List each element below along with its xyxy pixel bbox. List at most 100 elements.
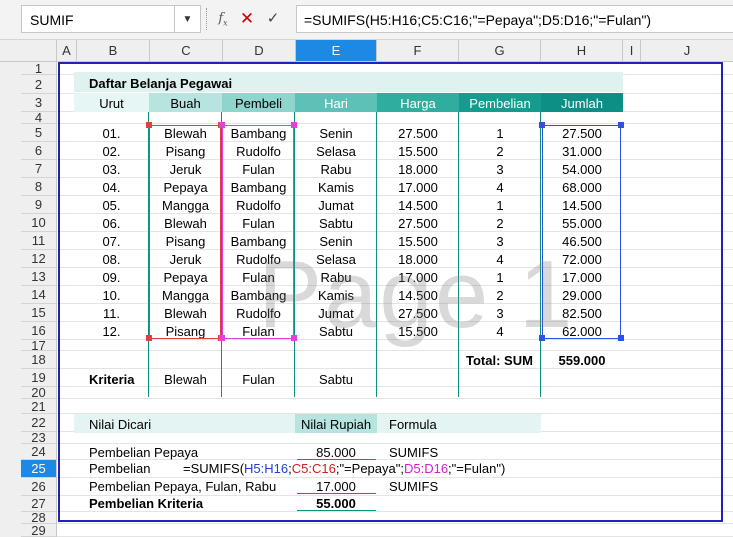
cell-harga[interactable]: 17.000	[377, 270, 459, 285]
column-header-g[interactable]: G	[459, 40, 541, 62]
cell-urut[interactable]: 09.	[74, 270, 149, 285]
range-handle[interactable]	[146, 335, 152, 341]
cell-urut[interactable]: 11.	[74, 306, 149, 321]
cell-urut[interactable]: 03.	[74, 162, 149, 177]
header-pembelian[interactable]: Pembelian	[459, 96, 541, 111]
cell-harga[interactable]: 15.500	[377, 144, 459, 159]
cell-pembelian[interactable]: 3	[459, 306, 541, 321]
summary-row4-label[interactable]: Pembelian Kriteria	[89, 496, 203, 511]
cell-pembelian[interactable]: 1	[459, 198, 541, 213]
summary-row4-value[interactable]: 55.000	[295, 496, 377, 511]
range-handle[interactable]	[618, 335, 624, 341]
cell-urut[interactable]: 04.	[74, 180, 149, 195]
cell-pembelian[interactable]: 3	[459, 234, 541, 249]
cell-harga[interactable]: 17.000	[377, 180, 459, 195]
cell-pembelian[interactable]: 1	[459, 270, 541, 285]
row-header-17[interactable]: 17	[21, 338, 57, 353]
range-handle[interactable]	[146, 122, 152, 128]
table-title[interactable]: Daftar Belanja Pegawai	[89, 76, 232, 91]
cell-urut[interactable]: 08.	[74, 252, 149, 267]
summary-row1-formula[interactable]: SUMIFS	[389, 445, 438, 460]
row-header-15[interactable]: 15	[21, 304, 57, 322]
cell-hari[interactable]: Kamis	[295, 288, 377, 303]
cell-pembelian[interactable]: 2	[459, 144, 541, 159]
column-header-h[interactable]: H	[541, 40, 623, 62]
cell-pembelian[interactable]: 4	[459, 324, 541, 339]
row-header-10[interactable]: 10	[21, 214, 57, 232]
summary-header-nilai-dicari[interactable]: Nilai Dicari	[89, 417, 151, 432]
function-wizard-icon[interactable]: fx	[214, 9, 232, 29]
header-pembeli[interactable]: Pembeli	[222, 96, 295, 111]
cell-hari[interactable]: Sabtu	[295, 216, 377, 231]
cell-hari[interactable]: Sabtu	[295, 324, 377, 339]
cell-hari[interactable]: Kamis	[295, 180, 377, 195]
cell-hari[interactable]: Jumat	[295, 306, 377, 321]
cell-hari[interactable]: Selasa	[295, 144, 377, 159]
header-harga[interactable]: Harga	[377, 96, 459, 111]
cell-harga[interactable]: 14.500	[377, 288, 459, 303]
cell-pembelian[interactable]: 3	[459, 162, 541, 177]
cell-pembelian[interactable]: 4	[459, 180, 541, 195]
cell-harga[interactable]: 27.500	[377, 126, 459, 141]
cell-urut[interactable]: 02.	[74, 144, 149, 159]
select-all-corner[interactable]	[0, 40, 57, 62]
cell-urut[interactable]: 07.	[74, 234, 149, 249]
accept-icon[interactable]: ✓	[264, 9, 282, 29]
criteria-buah[interactable]: Blewah	[149, 372, 222, 387]
column-header-a[interactable]: A	[57, 40, 77, 62]
range-handle[interactable]	[291, 335, 297, 341]
cell-pembelian[interactable]: 1	[459, 126, 541, 141]
column-header-i[interactable]: I	[623, 40, 641, 62]
header-hari[interactable]: Hari	[295, 96, 377, 111]
row-header-20[interactable]: 20	[21, 385, 57, 400]
row-header-9[interactable]: 9	[21, 196, 57, 214]
cell-urut[interactable]: 01.	[74, 126, 149, 141]
row-header-26[interactable]: 26	[21, 478, 57, 496]
column-header-d[interactable]: D	[223, 40, 296, 62]
cell-hari[interactable]: Rabu	[295, 162, 377, 177]
row-header-25[interactable]: 25	[21, 460, 57, 478]
range-handle[interactable]	[291, 122, 297, 128]
row-header-24[interactable]: 24	[21, 444, 57, 460]
header-urut[interactable]: Urut	[74, 96, 149, 111]
row-header-12[interactable]: 12	[21, 250, 57, 268]
cell-urut[interactable]: 12.	[74, 324, 149, 339]
summary-row3-value[interactable]: 17.000	[295, 479, 377, 494]
cell-harga[interactable]: 14.500	[377, 198, 459, 213]
row-header-8[interactable]: 8	[21, 178, 57, 196]
criteria-label[interactable]: Kriteria	[89, 372, 135, 387]
column-header-j[interactable]: J	[641, 40, 733, 62]
cell-harga[interactable]: 27.500	[377, 216, 459, 231]
row-header-14[interactable]: 14	[21, 286, 57, 304]
cell-urut[interactable]: 06.	[74, 216, 149, 231]
range-handle[interactable]	[539, 335, 545, 341]
cell-hari[interactable]: Senin	[295, 234, 377, 249]
row-header-4[interactable]: 4	[21, 110, 57, 125]
row-header-2[interactable]: 2	[21, 75, 57, 94]
row-header-6[interactable]: 6	[21, 142, 57, 160]
row-header-23[interactable]: 23	[21, 430, 57, 445]
row-header-29[interactable]: 29	[21, 523, 57, 537]
column-header-e[interactable]: E	[296, 40, 377, 62]
editing-cell-formula[interactable]: =SUMIFS(H5:H16;C5:C16;"=Pepaya";D5:D16;"…	[183, 461, 505, 476]
cell-hari[interactable]: Selasa	[295, 252, 377, 267]
row-header-13[interactable]: 13	[21, 268, 57, 286]
total-value[interactable]: 559.000	[541, 353, 623, 368]
row-header-11[interactable]: 11	[21, 232, 57, 250]
summary-row3-label[interactable]: Pembelian Pepaya, Fulan, Rabu	[89, 479, 276, 494]
range-handle[interactable]	[618, 122, 624, 128]
chevron-down-icon[interactable]: ▼	[174, 6, 200, 32]
column-header-f[interactable]: F	[377, 40, 459, 62]
cell-urut[interactable]: 10.	[74, 288, 149, 303]
criteria-hari[interactable]: Sabtu	[295, 372, 377, 387]
cell-harga[interactable]: 27.500	[377, 306, 459, 321]
row-header-7[interactable]: 7	[21, 160, 57, 178]
summary-row3-formula[interactable]: SUMIFS	[389, 479, 438, 494]
column-header-b[interactable]: B	[77, 40, 150, 62]
header-jumlah[interactable]: Jumlah	[541, 96, 623, 111]
cell-harga[interactable]: 15.500	[377, 234, 459, 249]
cell-pembelian[interactable]: 2	[459, 288, 541, 303]
row-header-5[interactable]: 5	[21, 124, 57, 142]
row-header-18[interactable]: 18	[21, 351, 57, 369]
criteria-pembeli[interactable]: Fulan	[222, 372, 295, 387]
